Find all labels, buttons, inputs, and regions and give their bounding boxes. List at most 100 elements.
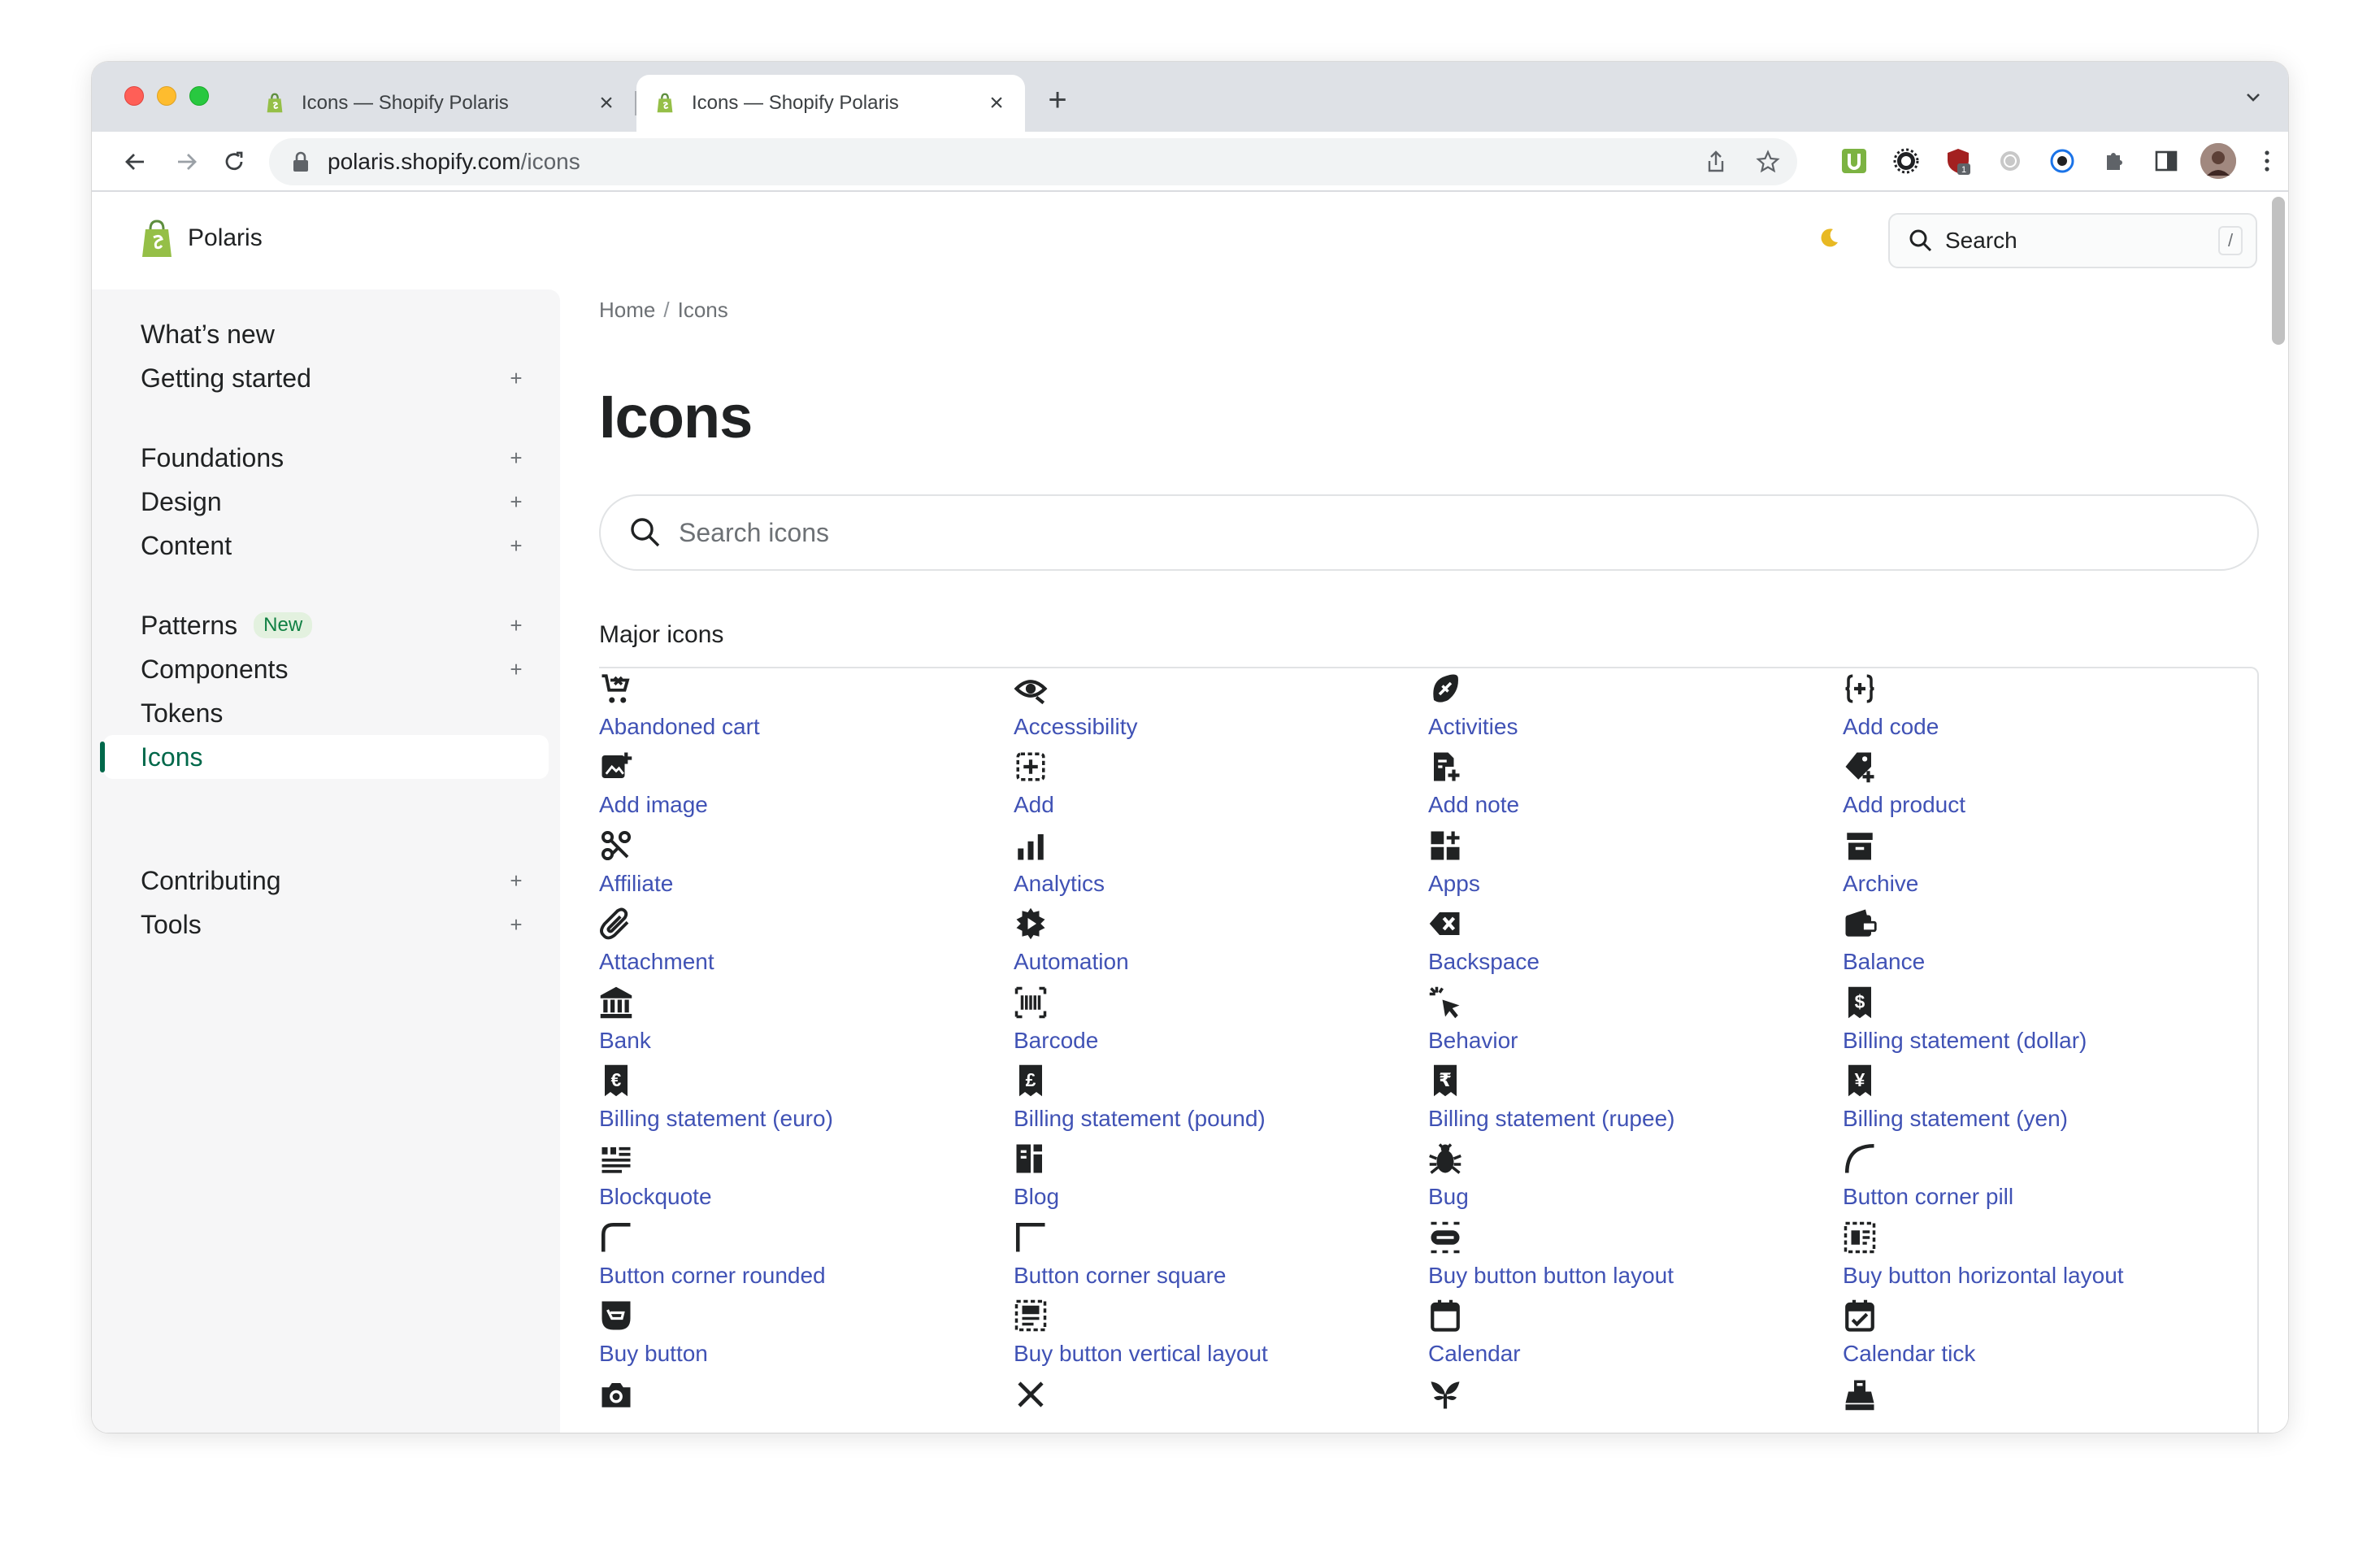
- icon-name-link[interactable]: Button corner pill: [1843, 1184, 2013, 1210]
- icon-name-link[interactable]: Add code: [1843, 714, 1939, 740]
- side-panel-icon[interactable]: [2152, 146, 2181, 176]
- icon-card[interactable]: Button corner square: [1014, 1220, 1428, 1299]
- icon-card[interactable]: € Billing statement (euro): [599, 1064, 1014, 1142]
- icon-card[interactable]: Buy button horizontal layout: [1843, 1220, 2257, 1299]
- extension-gear-icon[interactable]: [1891, 146, 1921, 176]
- expand-plus-icon[interactable]: +: [508, 657, 524, 682]
- icon-name-link[interactable]: Billing statement (dollar): [1843, 1028, 2087, 1054]
- icon-name-link[interactable]: Archive: [1843, 871, 1918, 897]
- sidebar-item-whats-new[interactable]: What’s new: [92, 312, 560, 356]
- icon-name-link[interactable]: Calendar tick: [1843, 1341, 1975, 1367]
- icon-card[interactable]: Add product: [1843, 750, 2257, 828]
- icon-name-link[interactable]: Backspace: [1428, 949, 1540, 975]
- browser-tab-active[interactable]: Icons — Shopify Polaris ×: [636, 75, 1025, 132]
- icon-card[interactable]: Blog: [1014, 1142, 1428, 1220]
- icon-name-link[interactable]: Buy button vertical layout: [1014, 1341, 1268, 1367]
- icon-name-link[interactable]: Activities: [1428, 714, 1518, 740]
- new-tab-button[interactable]: +: [1041, 84, 1074, 117]
- icon-name-link[interactable]: Add: [1014, 792, 1054, 818]
- icon-name-link[interactable]: Add note: [1428, 792, 1519, 818]
- icon-card[interactable]: Button corner rounded: [599, 1220, 1014, 1299]
- expand-plus-icon[interactable]: +: [508, 489, 524, 515]
- profile-avatar[interactable]: [2200, 143, 2236, 179]
- icon-name-link[interactable]: Apps: [1428, 871, 1480, 897]
- icon-card[interactable]: Bug: [1428, 1142, 1843, 1220]
- icon-card[interactable]: Button corner pill: [1843, 1142, 2257, 1220]
- icon-name-link[interactable]: Bank: [599, 1028, 651, 1054]
- icon-card[interactable]: Attachment: [599, 907, 1014, 985]
- icon-card[interactable]: [1014, 1377, 1428, 1433]
- icon-card[interactable]: Analytics: [1014, 829, 1428, 907]
- browser-tab[interactable]: Icons — Shopify Polaris ×: [246, 75, 635, 132]
- icon-card[interactable]: ¥ Billing statement (yen): [1843, 1064, 2257, 1142]
- icon-card[interactable]: Add note: [1428, 750, 1843, 828]
- expand-plus-icon[interactable]: +: [508, 912, 524, 937]
- icon-card[interactable]: [599, 1377, 1014, 1433]
- icon-name-link[interactable]: Add image: [599, 792, 708, 818]
- icon-name-link[interactable]: Barcode: [1014, 1028, 1098, 1054]
- icon-name-link[interactable]: Abandoned cart: [599, 714, 760, 740]
- minimize-window-button[interactable]: [157, 86, 176, 106]
- icon-card[interactable]: ₹ Billing statement (rupee): [1428, 1064, 1843, 1142]
- icon-name-link[interactable]: Attachment: [599, 949, 714, 975]
- icon-card[interactable]: Bank: [599, 985, 1014, 1064]
- icon-card[interactable]: Buy button vertical layout: [1014, 1299, 1428, 1377]
- icon-card[interactable]: Accessibility: [1014, 672, 1428, 750]
- expand-plus-icon[interactable]: +: [508, 446, 524, 471]
- sidebar-item-icons[interactable]: Icons: [100, 735, 549, 779]
- icon-name-link[interactable]: Blockquote: [599, 1184, 712, 1210]
- extension-shield-icon[interactable]: 1: [1944, 146, 1973, 176]
- icon-name-link[interactable]: Behavior: [1428, 1028, 1518, 1054]
- icon-name-link[interactable]: Billing statement (rupee): [1428, 1106, 1674, 1132]
- site-logo[interactable]: Polaris: [139, 218, 263, 259]
- icon-name-link[interactable]: Billing statement (euro): [599, 1106, 833, 1132]
- icon-card[interactable]: Backspace: [1428, 907, 1843, 985]
- icon-card[interactable]: £ Billing statement (pound): [1014, 1064, 1428, 1142]
- icon-card[interactable]: Affiliate: [599, 829, 1014, 907]
- sidebar-item-content[interactable]: Content +: [92, 524, 560, 568]
- icon-name-link[interactable]: Analytics: [1014, 871, 1105, 897]
- icon-card[interactable]: Buy button button layout: [1428, 1220, 1843, 1299]
- icon-name-link[interactable]: Calendar: [1428, 1341, 1521, 1367]
- page-scrollbar[interactable]: [2272, 197, 2285, 345]
- browser-menu-icon[interactable]: [2252, 146, 2282, 176]
- icon-name-link[interactable]: Bug: [1428, 1184, 1469, 1210]
- fullscreen-window-button[interactable]: [189, 86, 209, 106]
- icon-name-link[interactable]: Balance: [1843, 949, 1925, 975]
- extension-u-icon[interactable]: [1839, 146, 1869, 176]
- expand-plus-icon[interactable]: +: [508, 868, 524, 894]
- extension-password-icon[interactable]: [2048, 146, 2077, 176]
- icon-name-link[interactable]: Buy button: [599, 1341, 708, 1367]
- sidebar-item-patterns[interactable]: Patterns New +: [92, 603, 560, 647]
- icon-card[interactable]: Abandoned cart: [599, 672, 1014, 750]
- icon-search-input[interactable]: Search icons: [599, 494, 2259, 571]
- icon-card[interactable]: Add: [1014, 750, 1428, 828]
- icon-card[interactable]: Blockquote: [599, 1142, 1014, 1220]
- icon-card[interactable]: Behavior: [1428, 985, 1843, 1064]
- tab-close-icon[interactable]: ×: [594, 91, 619, 115]
- icon-card[interactable]: Add code: [1843, 672, 2257, 750]
- icon-card[interactable]: Calendar: [1428, 1299, 1843, 1377]
- bookmark-star-icon[interactable]: [1755, 149, 1781, 175]
- icon-name-link[interactable]: Blog: [1014, 1184, 1059, 1210]
- extension-globe-icon[interactable]: [1996, 146, 2025, 176]
- icon-card[interactable]: [1843, 1377, 2257, 1433]
- icon-name-link[interactable]: Automation: [1014, 949, 1129, 975]
- sidebar-item-contributing[interactable]: Contributing +: [92, 859, 560, 903]
- sidebar-item-foundations[interactable]: Foundations +: [92, 436, 560, 480]
- icon-name-link[interactable]: Button corner square: [1014, 1263, 1227, 1289]
- icon-name-link[interactable]: Billing statement (yen): [1843, 1106, 2068, 1132]
- icon-card[interactable]: Barcode: [1014, 985, 1428, 1064]
- expand-plus-icon[interactable]: +: [508, 533, 524, 559]
- address-bar[interactable]: polaris.shopify.com/icons: [269, 138, 1797, 185]
- expand-plus-icon[interactable]: +: [508, 613, 524, 638]
- icon-card[interactable]: Automation: [1014, 907, 1428, 985]
- share-icon[interactable]: [1703, 149, 1729, 175]
- icon-card[interactable]: Archive: [1843, 829, 2257, 907]
- icon-card[interactable]: [1428, 1377, 1843, 1433]
- icon-card[interactable]: Add image: [599, 750, 1014, 828]
- icon-name-link[interactable]: Add product: [1843, 792, 1965, 818]
- icon-name-link[interactable]: Buy button button layout: [1428, 1263, 1674, 1289]
- tab-search-chevron-icon[interactable]: [2243, 86, 2264, 113]
- icon-name-link[interactable]: Accessibility: [1014, 714, 1137, 740]
